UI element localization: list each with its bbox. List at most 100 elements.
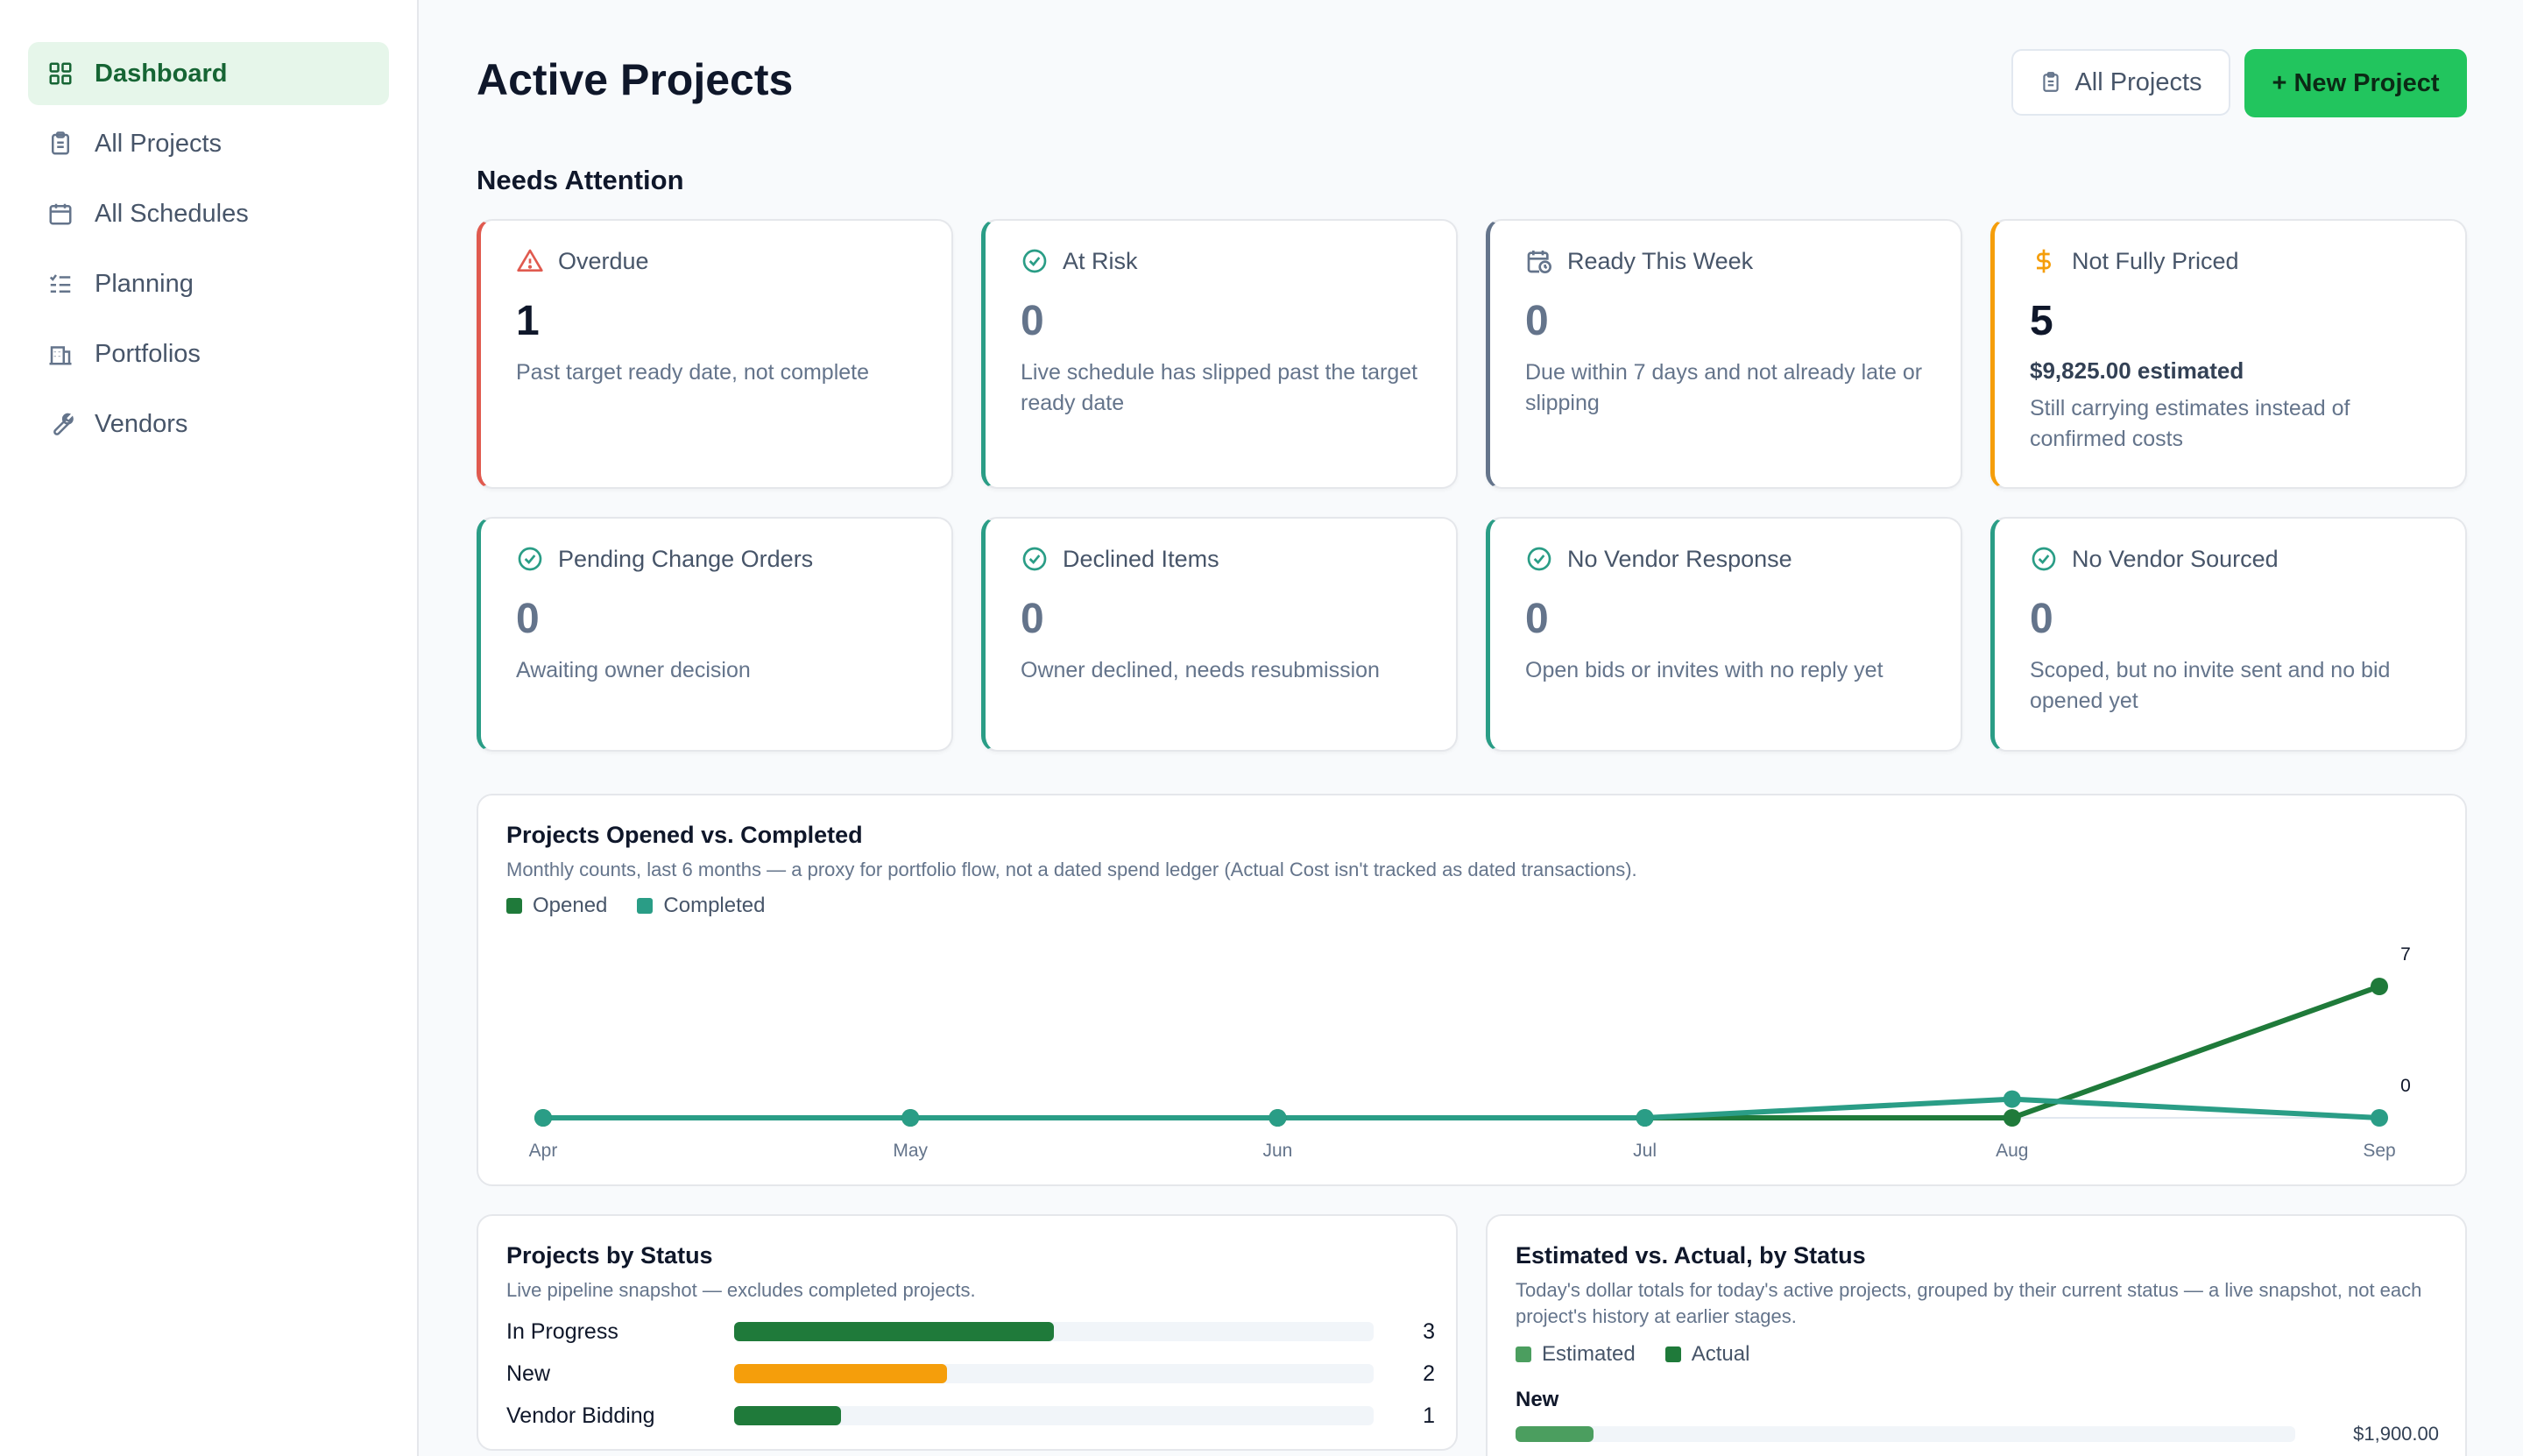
at-risk-card[interactable]: At Risk 0 Live schedule has slipped past… (981, 219, 1458, 489)
card-title: Overdue (558, 247, 649, 274)
status-group-label: New (1516, 1388, 1559, 1411)
ready-this-week-card[interactable]: Ready This Week 0 Due within 7 days and … (1486, 219, 1962, 489)
pending-change-orders-card[interactable]: Pending Change Orders 0 Awaiting owner d… (477, 517, 953, 752)
legend-label: Actual (1691, 1342, 1750, 1366)
sidebar-item-dashboard[interactable]: Dashboard (28, 42, 389, 105)
main-content: Active Projects All Projects + New Proje… (477, 0, 2467, 1456)
estimated-bar (1516, 1426, 1594, 1442)
legend-swatch (1516, 1346, 1531, 1362)
page-header: Active Projects All Projects + New Proje… (477, 49, 2467, 119)
x-tick-label: Aug (1996, 1141, 2028, 1161)
x-tick-label: Apr (529, 1141, 558, 1161)
wrench-icon (47, 411, 74, 437)
sidebar-item-portfolios[interactable]: Portfolios (28, 322, 389, 385)
data-point-completed (1636, 1109, 1654, 1127)
building-icon (47, 341, 74, 367)
legend-swatch (1664, 1346, 1681, 1362)
estimated-vs-actual-panel: Estimated vs. Actual, by Status Today's … (1486, 1214, 2467, 1456)
card-description: Open bids or invites with no reply yet (1525, 658, 1883, 682)
status-row: Vendor Bidding 1 (506, 1398, 1435, 1433)
x-tick-label: May (893, 1141, 928, 1161)
card-value: 5 (2030, 298, 2053, 344)
clipboard-icon (2039, 71, 2062, 94)
sidebar-item-all-projects[interactable]: All Projects (28, 112, 389, 175)
data-point-completed (901, 1109, 920, 1127)
check-circle-icon (2030, 545, 2058, 573)
chart-legend: Estimated Actual (1516, 1342, 1779, 1367)
alert-triangle-icon (516, 247, 544, 275)
panel-subtitle: Today's dollar totals for today's active… (1516, 1279, 2422, 1327)
all-projects-button[interactable]: All Projects (2011, 49, 2230, 116)
check-circle-icon (1021, 247, 1049, 275)
estimated-bar-track (1516, 1426, 2295, 1442)
x-tick-label: Jul (1633, 1141, 1657, 1161)
card-title: At Risk (1063, 247, 1138, 274)
card-description: Awaiting owner decision (516, 658, 751, 682)
flow-line-chart: Apr May Jun Jul Aug Sep 7 0 (529, 944, 2411, 1161)
card-value: 0 (1021, 596, 1044, 642)
data-point-opened (2371, 978, 2388, 995)
card-value: 0 (2030, 596, 2053, 642)
list-checks-icon (47, 271, 74, 297)
series-line-opened (543, 984, 2381, 1120)
all-projects-button-label: All Projects (2074, 67, 2202, 96)
data-point-completed (534, 1109, 552, 1127)
status-row: In Progress 3 (506, 1314, 1435, 1349)
clipboard-icon (47, 131, 74, 157)
legend-estimated: Estimated (1516, 1342, 1636, 1367)
status-count: 1 (1423, 1403, 1435, 1428)
declined-items-card[interactable]: Declined Items 0 Owner declined, needs r… (981, 517, 1458, 752)
page-title: Active Projects (477, 55, 794, 104)
sidebar-item-label: Dashboard (95, 59, 228, 88)
status-label: New (506, 1361, 551, 1386)
card-description: Live schedule has slipped past the targe… (1021, 360, 1418, 415)
card-value: 0 (1021, 298, 1044, 344)
status-label: Vendor Bidding (506, 1403, 655, 1428)
not-fully-priced-card[interactable]: Not Fully Priced 5 $9,825.00 estimated S… (1990, 219, 2467, 489)
status-bar (734, 1322, 1054, 1341)
data-point-opened (2003, 1109, 2021, 1127)
card-description: Owner declined, needs resubmission (1021, 658, 1380, 682)
x-tick-label: Jun (1262, 1141, 1292, 1161)
data-label: 7 (2400, 944, 2411, 965)
sidebar-item-planning[interactable]: Planning (28, 252, 389, 315)
card-value: 0 (1525, 596, 1549, 642)
card-value: 0 (516, 596, 540, 642)
sidebar: Dashboard All Projects All Schedules Pla… (0, 0, 419, 1456)
status-bar-track (734, 1364, 1374, 1383)
calendar-clock-icon (1525, 247, 1553, 275)
card-description: Still carrying estimates instead of conf… (2030, 396, 2350, 451)
new-project-button[interactable]: + New Project (2244, 49, 2467, 117)
no-vendor-sourced-card[interactable]: No Vendor Sourced 0 Scoped, but no invit… (1990, 517, 2467, 752)
legend-label: Estimated (1542, 1342, 1636, 1366)
card-estimated-total: $9,825.00 estimated (2030, 357, 2244, 384)
card-description: Scoped, but no invite sent and no bid op… (2030, 658, 2391, 713)
status-bar (734, 1406, 841, 1425)
panel-title: Estimated vs. Actual, by Status (1516, 1242, 1866, 1269)
data-point-completed (1269, 1109, 1287, 1127)
panel-subtitle: Live pipeline snapshot — excludes comple… (506, 1279, 976, 1301)
sidebar-item-label: Vendors (95, 409, 188, 438)
card-title: No Vendor Sourced (2072, 545, 2279, 572)
status-bar (734, 1364, 948, 1383)
calendar-icon (47, 201, 74, 227)
estimated-value: $1,900.00 (2353, 1423, 2439, 1445)
card-value: 1 (516, 298, 540, 344)
card-title: Declined Items (1063, 545, 1219, 572)
sidebar-item-vendors[interactable]: Vendors (28, 392, 389, 456)
overdue-card[interactable]: Overdue 1 Past target ready date, not co… (477, 219, 953, 489)
status-bar-track (734, 1406, 1374, 1425)
card-description: Past target ready date, not complete (516, 360, 870, 385)
no-vendor-response-card[interactable]: No Vendor Response 0 Open bids or invite… (1486, 517, 1962, 752)
data-point-completed (2371, 1109, 2388, 1127)
sidebar-item-label: All Schedules (95, 199, 249, 228)
status-label: In Progress (506, 1318, 618, 1344)
sidebar-item-all-schedules[interactable]: All Schedules (28, 182, 389, 245)
projects-flow-panel: Projects Opened vs. Completed Monthly co… (477, 794, 2467, 1186)
series-line-completed (543, 1096, 2380, 1120)
grid-icon (47, 60, 74, 87)
sidebar-item-label: Planning (95, 269, 194, 298)
x-tick-label: Sep (2363, 1141, 2395, 1161)
card-description: Due within 7 days and not already late o… (1525, 360, 1923, 415)
status-count: 3 (1423, 1318, 1435, 1344)
